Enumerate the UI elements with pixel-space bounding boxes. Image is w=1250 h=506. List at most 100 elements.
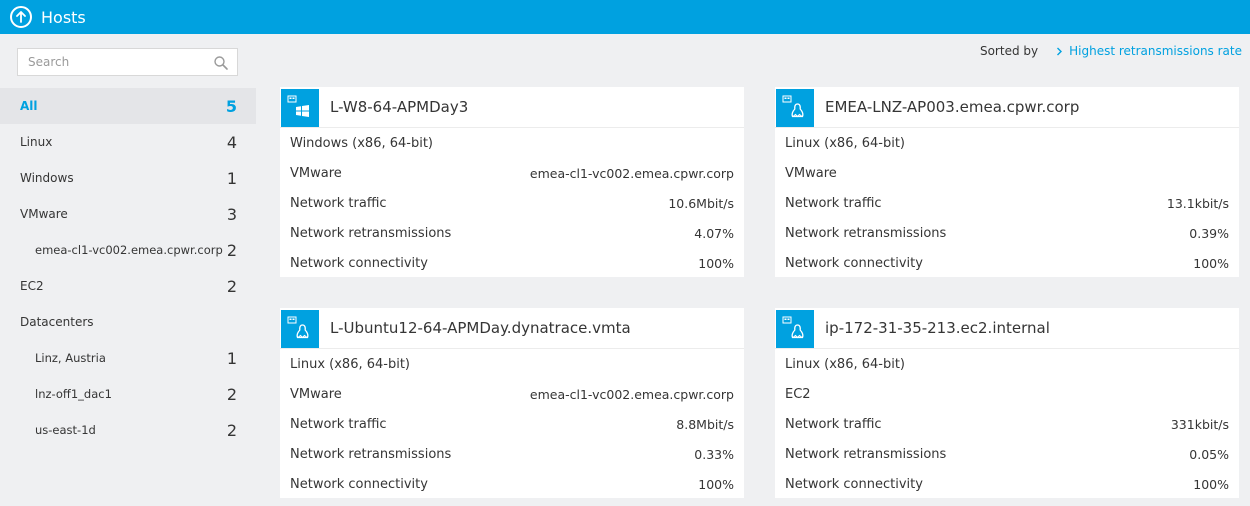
metric-row: Network retransmissions 0.05% <box>775 439 1239 469</box>
metric-value: 100% <box>698 476 734 492</box>
filter-label: All <box>20 99 38 113</box>
host-platform: EC2 <box>785 386 811 402</box>
search-icon[interactable] <box>213 55 229 71</box>
host-platform: VMware <box>785 165 837 181</box>
filter-count: 4 <box>226 132 237 152</box>
host-os-row: Linux (x86, 64-bit) <box>775 349 1239 379</box>
metric-label: Network connectivity <box>290 255 428 271</box>
filter-windows[interactable]: Windows 1 <box>0 160 256 196</box>
metric-value: 0.39% <box>1189 225 1229 241</box>
filter-all[interactable]: All 5 <box>0 88 256 124</box>
metric-value: 8.8Mbit/s <box>676 416 734 432</box>
metric-label: Network traffic <box>785 195 882 211</box>
metric-label: Network retransmissions <box>290 446 452 462</box>
host-os-row: Windows (x86, 64-bit) <box>280 128 744 158</box>
host-platform-row: EC2 <box>775 379 1239 409</box>
metric-label: Network retransmissions <box>290 225 452 241</box>
host-card-header: L-Ubuntu12-64-APMDay.dynatrace.vmta <box>280 308 744 349</box>
filter-count: 1 <box>226 348 237 368</box>
host-os: Windows (x86, 64-bit) <box>290 135 433 151</box>
host-name-link[interactable]: L-W8-64-APMDay3 <box>330 98 468 116</box>
metric-label: Network connectivity <box>290 476 428 492</box>
page-title: Hosts <box>41 7 86 27</box>
metric-label: Network traffic <box>785 416 882 432</box>
linux-icon <box>281 309 319 348</box>
host-card: ip-172-31-35-213.ec2.internal Linux (x86… <box>775 308 1239 498</box>
windows-icon <box>281 88 319 127</box>
host-platform: VMware <box>290 165 342 181</box>
host-name-link[interactable]: EMEA-LNZ-AP003.emea.cpwr.corp <box>825 98 1079 116</box>
linux-icon <box>776 309 814 348</box>
filter-label: Datacenters <box>20 315 94 329</box>
metric-value: 100% <box>698 255 734 271</box>
host-card: EMEA-LNZ-AP003.emea.cpwr.corp Linux (x86… <box>775 87 1239 277</box>
filter-label: Windows <box>20 171 74 185</box>
metric-value: 100% <box>1193 255 1229 271</box>
metric-row: Network traffic 13.1kbit/s <box>775 188 1239 218</box>
host-platform-detail: emea-cl1-vc002.emea.cpwr.corp <box>529 165 734 181</box>
host-card: L-W8-64-APMDay3 Windows (x86, 64-bit) VM… <box>280 87 744 277</box>
chevron-right-icon <box>1057 47 1063 55</box>
metric-row: Network traffic 10.6Mbit/s <box>280 188 744 218</box>
host-os: Linux (x86, 64-bit) <box>785 135 905 151</box>
filter-count: 2 <box>226 420 237 440</box>
filter-linux[interactable]: Linux 4 <box>0 124 256 160</box>
linux-icon <box>776 88 814 127</box>
host-platform-row: VMware <box>775 158 1239 188</box>
sort-bar: Sorted by Highest retransmissions rate <box>980 44 1242 58</box>
host-os-row: Linux (x86, 64-bit) <box>775 128 1239 158</box>
filter-vcenter[interactable]: emea-cl1-vc002.emea.cpwr.corp 2 <box>0 232 256 268</box>
metric-row: Network connectivity 100% <box>775 469 1239 499</box>
metric-row: Network retransmissions 4.07% <box>280 218 744 248</box>
filter-vmware[interactable]: VMware 3 <box>0 196 256 232</box>
filter-sidebar: All 5 Linux 4 Windows 1 VMware 3 emea-cl… <box>0 88 256 448</box>
host-card-header: EMEA-LNZ-AP003.emea.cpwr.corp <box>775 87 1239 128</box>
filter-label: VMware <box>20 207 68 221</box>
metric-value: 4.07% <box>694 225 734 241</box>
metric-label: Network connectivity <box>785 476 923 492</box>
host-platform-row: VMware emea-cl1-vc002.emea.cpwr.corp <box>280 158 744 188</box>
metric-row: Network connectivity 100% <box>280 248 744 278</box>
host-card-header: ip-172-31-35-213.ec2.internal <box>775 308 1239 349</box>
filter-count: 2 <box>226 276 237 296</box>
metric-label: Network retransmissions <box>785 446 947 462</box>
filter-count: 3 <box>226 204 237 224</box>
host-os-row: Linux (x86, 64-bit) <box>280 349 744 379</box>
metric-row: Network retransmissions 0.39% <box>775 218 1239 248</box>
metric-label: Network retransmissions <box>785 225 947 241</box>
metric-row: Network traffic 331kbit/s <box>775 409 1239 439</box>
metric-row: Network traffic 8.8Mbit/s <box>280 409 744 439</box>
home-button[interactable] <box>10 6 32 28</box>
metric-row: Network connectivity 100% <box>775 248 1239 278</box>
host-card-header: L-W8-64-APMDay3 <box>280 87 744 128</box>
sort-label: Sorted by <box>979 44 1039 58</box>
arrow-up-icon <box>16 11 26 23</box>
filter-label: emea-cl1-vc002.emea.cpwr.corp <box>35 243 223 257</box>
filter-label: lnz-off1_dac1 <box>35 387 112 401</box>
sort-value: Highest retransmissions rate <box>1069 44 1242 58</box>
filter-datacenter-linz[interactable]: Linz, Austria 1 <box>0 340 256 376</box>
host-platform-detail: emea-cl1-vc002.emea.cpwr.corp <box>529 386 734 402</box>
search-input[interactable] <box>18 49 208 75</box>
host-os: Linux (x86, 64-bit) <box>785 356 905 372</box>
metric-value: 10.6Mbit/s <box>668 195 734 211</box>
host-platform-row: VMware emea-cl1-vc002.emea.cpwr.corp <box>280 379 744 409</box>
search-box <box>17 48 238 76</box>
metric-value: 13.1kbit/s <box>1166 195 1229 211</box>
datacenters-heading: Datacenters <box>0 304 256 340</box>
metric-value: 0.05% <box>1189 446 1229 462</box>
filter-datacenter-lnz-off1[interactable]: lnz-off1_dac1 2 <box>0 376 256 412</box>
metric-value: 100% <box>1193 476 1229 492</box>
filter-label: EC2 <box>20 279 44 293</box>
host-name-link[interactable]: L-Ubuntu12-64-APMDay.dynatrace.vmta <box>330 319 631 337</box>
metric-label: Network connectivity <box>785 255 923 271</box>
filter-label: Linux <box>20 135 53 149</box>
filter-ec2[interactable]: EC2 2 <box>0 268 256 304</box>
host-name-link[interactable]: ip-172-31-35-213.ec2.internal <box>825 319 1050 337</box>
filter-datacenter-us-east[interactable]: us-east-1d 2 <box>0 412 256 448</box>
sort-selector[interactable]: Highest retransmissions rate <box>1056 44 1242 58</box>
metric-value: 331kbit/s <box>1170 416 1229 432</box>
metric-label: Network traffic <box>290 416 387 432</box>
filter-count: 2 <box>226 384 237 404</box>
filter-label: Linz, Austria <box>35 351 106 365</box>
